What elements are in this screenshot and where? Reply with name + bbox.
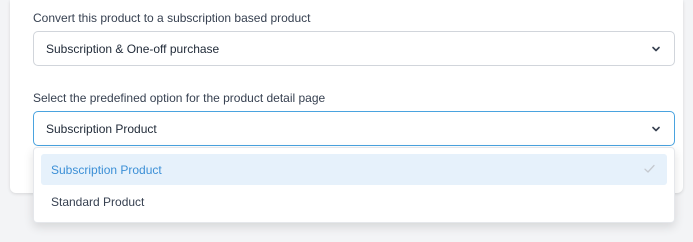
checkmark-icon — [644, 164, 655, 173]
predefined-option-select[interactable]: Subscription Product — [33, 111, 675, 146]
page: Convert this product to a subscription b… — [0, 0, 693, 242]
option-subscription-product[interactable]: Subscription Product — [41, 154, 667, 185]
option-standard-product[interactable]: Standard Product — [41, 186, 667, 217]
chevron-down-icon — [652, 126, 660, 132]
subscription-type-label: Convert this product to a subscription b… — [33, 11, 311, 25]
option-label: Standard Product — [51, 195, 145, 209]
subscription-type-select[interactable]: Subscription & One-off purchase — [33, 31, 675, 66]
chevron-down-icon — [652, 46, 660, 52]
subscription-type-value: Subscription & One-off purchase — [46, 42, 220, 56]
predefined-option-label: Select the predefined option for the pro… — [33, 91, 326, 105]
option-label: Subscription Product — [51, 163, 162, 177]
predefined-option-value: Subscription Product — [46, 122, 157, 136]
predefined-option-dropdown: Subscription Product Standard Product — [33, 147, 675, 223]
